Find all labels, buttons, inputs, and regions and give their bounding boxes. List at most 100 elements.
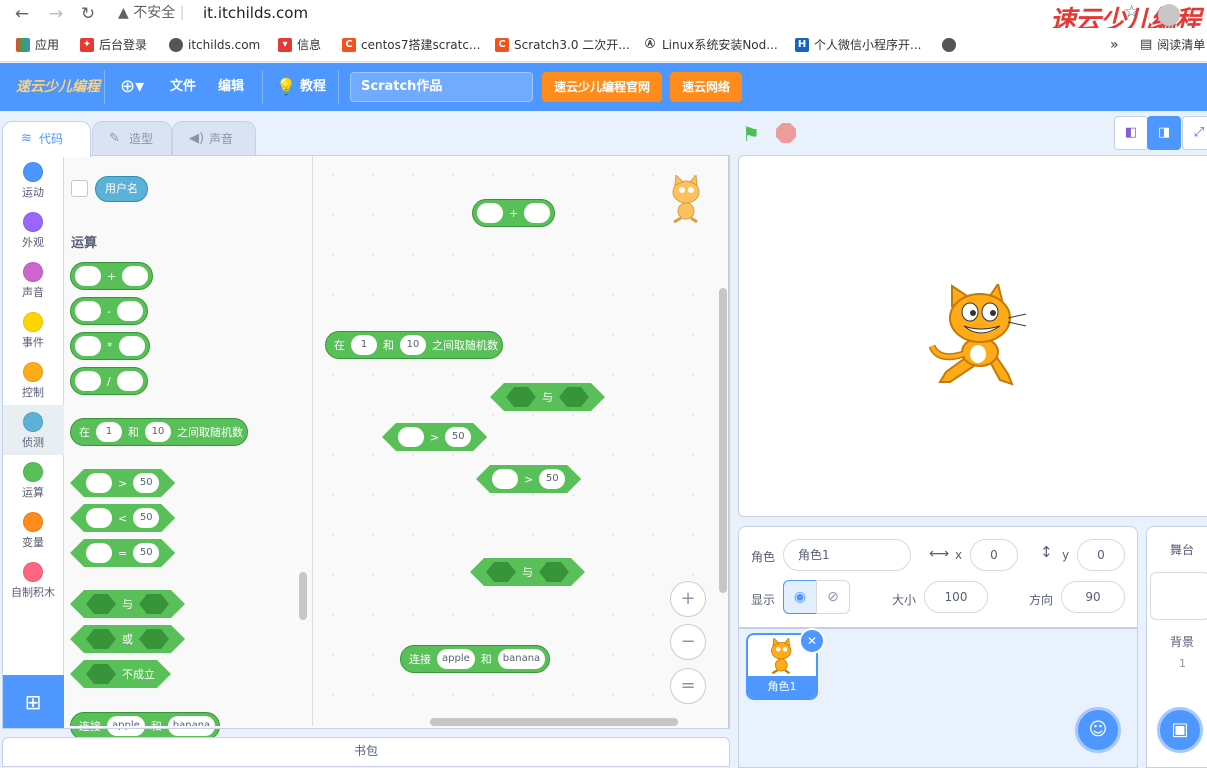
small-stage-button[interactable]: ◧ (1114, 116, 1148, 150)
address-bar[interactable]: it.itchilds.com (203, 2, 308, 24)
block-greater-than[interactable]: >50 (70, 469, 175, 497)
input-slot[interactable] (75, 336, 101, 356)
input-slot[interactable]: 50 (133, 543, 159, 563)
input-slot[interactable] (492, 469, 518, 489)
block-add[interactable]: + (70, 262, 154, 290)
input-slot[interactable]: 50 (133, 508, 159, 528)
script-workspace[interactable] (313, 155, 729, 729)
input-slot[interactable] (75, 301, 101, 321)
direction-input[interactable]: 90 (1061, 581, 1125, 613)
hide-eye-icon[interactable]: ⊘ (816, 580, 850, 614)
username-checkbox[interactable] (71, 180, 88, 197)
block-random[interactable]: 在 1 和 10 之间取随机数 (70, 418, 248, 446)
bookmark-itchilds[interactable]: itchilds.com (169, 36, 260, 54)
category-6[interactable]: 运算 (2, 455, 64, 505)
backpack[interactable]: 书包 (2, 737, 730, 767)
bookmark-wechat[interactable]: H 个人微信小程序开... (795, 36, 921, 54)
category-7[interactable]: 变量 (2, 505, 64, 555)
project-title-input[interactable]: Scratch作品 (350, 72, 533, 102)
block-username[interactable]: 用户名 (95, 176, 148, 202)
sprite-cat[interactable] (928, 281, 1028, 388)
input-slot[interactable]: 50 (539, 469, 565, 489)
x-input[interactable]: 0 (970, 539, 1018, 571)
input-slot[interactable] (86, 543, 112, 563)
ws-block-join[interactable]: 连接 apple 和 banana (400, 645, 551, 673)
block-less-than[interactable]: <50 (70, 504, 175, 532)
workspace-horizontal-scrollbar[interactable] (430, 718, 678, 726)
official-site-button[interactable]: 速云少儿编程官网 (542, 72, 662, 102)
input-slot[interactable]: 1 (96, 422, 122, 442)
y-input[interactable]: 0 (1077, 539, 1125, 571)
tab-costume[interactable]: ✎ 造型 (92, 121, 172, 157)
tab-code[interactable]: ≋ 代码 (2, 121, 91, 157)
bookmark-admin-login[interactable]: ✦ 后台登录 (80, 36, 147, 54)
bool-slot[interactable] (86, 629, 116, 649)
more-bookmarks[interactable]: » (1110, 36, 1119, 54)
input-slot[interactable]: 50 (445, 427, 471, 447)
ws-block-greater-than[interactable]: >50 (476, 465, 581, 493)
input-slot[interactable] (118, 336, 145, 356)
block-not[interactable]: 不成立 (70, 660, 171, 688)
bookmark-linux[interactable]: Ⓐ Linux系统安装Nod... (643, 36, 778, 54)
bool-slot[interactable] (506, 387, 536, 407)
category-8[interactable]: 自制积木 (2, 555, 64, 605)
green-flag-icon[interactable]: ⚑ (742, 122, 760, 146)
ws-block-add[interactable]: + (472, 199, 556, 227)
block-or[interactable]: 或 (70, 625, 185, 653)
ws-block-greater-than[interactable]: >50 (382, 423, 487, 451)
block-and[interactable]: 与 (70, 590, 185, 618)
zoom-out-button[interactable]: − (670, 624, 706, 660)
input-slot[interactable]: banana (497, 649, 546, 669)
menu-tutorial[interactable]: 教程 (300, 63, 326, 111)
category-2[interactable]: 声音 (2, 255, 64, 305)
input-slot[interactable] (75, 371, 101, 391)
input-slot[interactable] (524, 203, 551, 223)
input-slot[interactable] (398, 427, 424, 447)
bool-slot[interactable] (86, 594, 116, 614)
back-icon[interactable]: ← (10, 2, 34, 26)
logo[interactable]: 速云少儿编程 (16, 63, 100, 111)
menu-edit[interactable]: 编辑 (218, 63, 244, 111)
ws-block-random[interactable]: 在 1 和 10 之间取随机数 (325, 331, 503, 359)
add-backdrop-image-icon[interactable]: ▣ (1157, 707, 1203, 753)
bookmark-scratch[interactable]: C Scratch3.0 二次开... (495, 36, 630, 54)
category-0[interactable]: 运动 (2, 155, 64, 205)
block-subtract[interactable]: - (70, 297, 148, 325)
input-slot[interactable]: apple (437, 649, 475, 669)
bool-slot[interactable] (486, 562, 516, 582)
normal-stage-button[interactable]: ◨ (1147, 116, 1181, 150)
category-5[interactable]: 侦测 (2, 405, 64, 455)
security-indicator[interactable]: ▲ 不安全 | (118, 2, 184, 24)
bool-slot[interactable] (139, 629, 169, 649)
profile-avatar[interactable] (1158, 4, 1180, 26)
reload-icon[interactable]: ↻ (76, 2, 100, 26)
bool-slot[interactable] (86, 664, 116, 684)
bookmark-globe[interactable] (942, 36, 956, 54)
bool-slot[interactable] (559, 387, 589, 407)
input-slot[interactable]: 50 (133, 473, 159, 493)
input-slot[interactable] (477, 203, 503, 223)
ws-block-and[interactable]: 与 (470, 558, 585, 586)
category-3[interactable]: 事件 (2, 305, 64, 355)
forward-icon[interactable]: → (44, 2, 68, 26)
star-icon[interactable]: ☆ (1124, 2, 1139, 22)
input-slot[interactable] (116, 301, 143, 321)
input-slot[interactable] (86, 473, 112, 493)
input-slot[interactable] (116, 371, 143, 391)
show-visible-eye-icon[interactable]: ◉ (783, 580, 817, 614)
category-1[interactable]: 外观 (2, 205, 64, 255)
palette-scrollbar[interactable] (299, 572, 307, 620)
input-slot[interactable]: 10 (145, 422, 171, 442)
block-divide[interactable]: / (70, 367, 148, 395)
sprite-name-input[interactable]: 角色1 (783, 539, 911, 571)
delete-sprite-trash-icon[interactable]: ✕ (799, 628, 825, 654)
reading-list[interactable]: ▤ 阅读清单 (1140, 36, 1205, 54)
language-globe-icon[interactable]: ⊕▾ (120, 63, 144, 111)
stop-icon[interactable] (776, 123, 796, 143)
zoom-reset-button[interactable]: = (670, 668, 706, 704)
bool-slot[interactable] (539, 562, 569, 582)
input-slot[interactable] (86, 508, 112, 528)
workspace-vertical-scrollbar[interactable] (719, 288, 727, 593)
input-slot[interactable] (122, 266, 149, 286)
bookmark-apps[interactable]: 应用 (16, 36, 59, 54)
